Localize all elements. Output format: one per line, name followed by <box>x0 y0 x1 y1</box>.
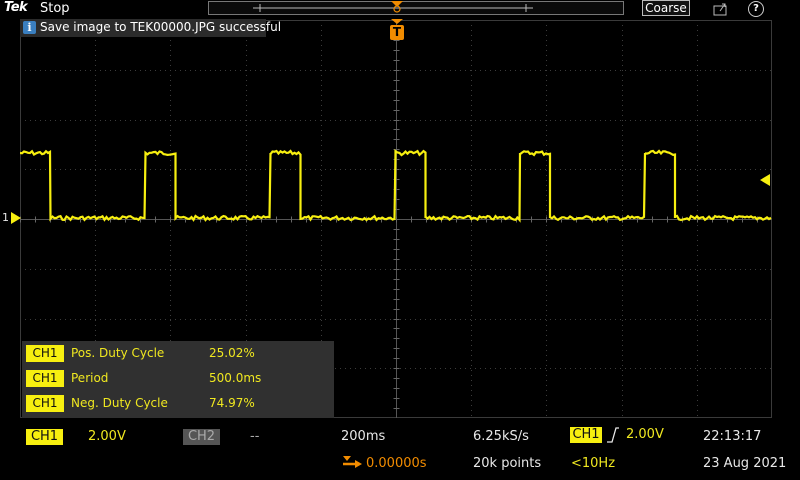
measurement-name: Neg. Duty Cycle <box>71 396 168 410</box>
record-length[interactable]: 20k points <box>473 456 541 471</box>
ch1-waveform <box>20 149 772 223</box>
trigger-level[interactable]: 2.00V <box>626 427 664 442</box>
info-icon: i <box>23 21 36 34</box>
record-view-bar[interactable] <box>208 1 624 15</box>
trigger-level-marker[interactable] <box>758 172 772 186</box>
measurement-source-badge: CH1 <box>26 395 64 412</box>
measurement-row[interactable]: CH1 Neg. Duty Cycle 74.97% <box>22 392 334 414</box>
measurement-value: 25.02% <box>209 346 255 360</box>
acquisition-state[interactable]: Stop <box>40 1 70 16</box>
horizontal-position-arrow-icon <box>341 454 363 468</box>
ch1-badge[interactable]: CH1 <box>26 429 63 445</box>
notification-banner: i Save image to TEK00000.JPG successful <box>20 19 281 37</box>
ch1-scale[interactable]: 2.00V <box>88 429 126 444</box>
ch2-badge[interactable]: CH2 <box>183 429 220 445</box>
ch1-offset-marker[interactable]: 1 <box>2 211 22 225</box>
help-icon[interactable]: ? <box>748 1 764 17</box>
clock-time: 22:13:17 <box>703 429 762 444</box>
measurement-row[interactable]: CH1 Pos. Duty Cycle 25.02% <box>22 342 334 364</box>
trigger-position-label: T <box>392 25 402 39</box>
measurement-name: Pos. Duty Cycle <box>71 346 165 360</box>
measurement-value: 74.97% <box>209 396 255 410</box>
measurement-source-badge: CH1 <box>26 370 64 387</box>
timebase-scale[interactable]: 200ms <box>341 429 385 444</box>
trigger-position-marker[interactable]: T <box>389 19 405 41</box>
measurement-source-badge: CH1 <box>26 345 64 362</box>
clock-date: 23 Aug 2021 <box>703 456 787 471</box>
measurement-name: Period <box>71 371 109 385</box>
measurement-panel[interactable]: CH1 Pos. Duty Cycle 25.02% CH1 Period 50… <box>22 341 334 418</box>
ch2-scale[interactable]: -- <box>250 429 259 444</box>
export-icon[interactable] <box>713 1 729 16</box>
rising-edge-icon <box>606 427 620 443</box>
horizontal-position[interactable]: 0.00000s <box>366 456 427 471</box>
brand-logo: Tek <box>4 0 28 15</box>
measurement-value: 500.0ms <box>209 371 262 385</box>
trigger-source-badge[interactable]: CH1 <box>570 427 602 443</box>
measurement-row[interactable]: CH1 Period 500.0ms <box>22 367 334 389</box>
record-view-graphic <box>253 1 533 13</box>
ch1-offset-label: 1 <box>2 211 9 224</box>
trigger-frequency: <10Hz <box>571 456 616 471</box>
coarse-button[interactable]: Coarse <box>642 0 690 16</box>
notification-text: Save image to TEK00000.JPG successful <box>40 20 282 34</box>
sample-rate[interactable]: 6.25kS/s <box>473 429 529 444</box>
